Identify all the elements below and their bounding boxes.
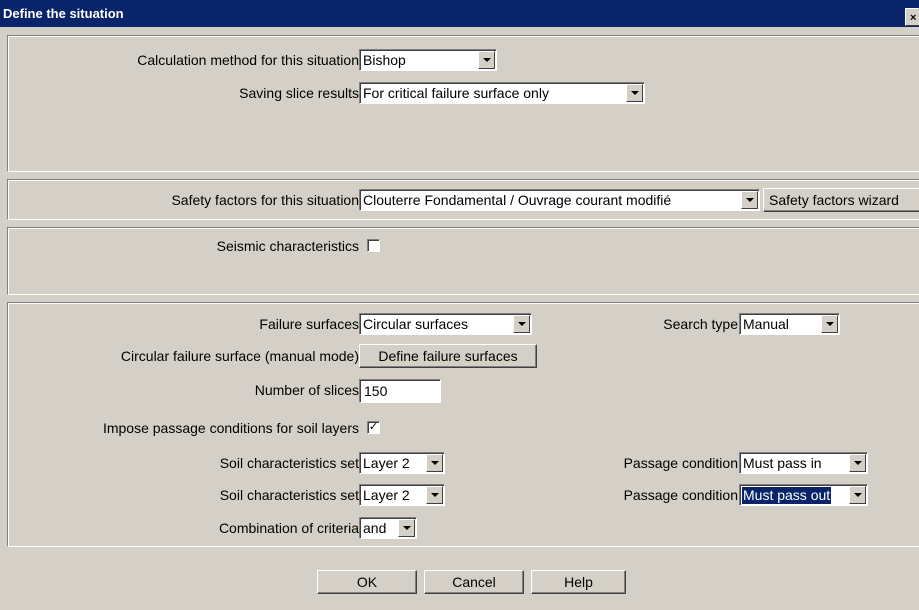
calculation-method-label: Calculation method for this situation [137,52,359,68]
passage-condition-select-2[interactable]: Must pass out [739,484,868,506]
check-icon: ✓ [368,421,379,433]
seismic-panel: Seismic characteristics [7,227,919,295]
chevron-down-icon[interactable] [821,315,838,333]
close-icon: × [910,12,917,24]
seismic-characteristics-label: Seismic characteristics [216,238,359,254]
close-button[interactable]: × [905,8,919,26]
chevron-down-icon[interactable] [398,519,415,537]
cancel-button[interactable]: Cancel [424,570,524,594]
ok-button[interactable]: OK [317,570,417,594]
combination-of-criteria-label: Combination of criteria [218,520,359,536]
safety-factors-value: Clouterre Fondamental / Ouvrage courant … [363,192,672,208]
search-type-label: Search type [663,316,738,332]
passage-condition-value-1: Must pass in [743,455,822,471]
soil-characteristics-set-value-2: Layer 2 [363,487,410,503]
number-of-slices-value: 150 [364,383,388,399]
chevron-down-icon[interactable] [478,51,495,69]
calculation-panel: Calculation method for this situation Bi… [7,35,919,172]
safety-factors-wizard-button[interactable]: Safety factors wizard [763,188,919,212]
soil-characteristics-set-label-2: Soil characteristics set [219,487,359,503]
passage-condition-label-1: Passage condition [623,455,738,471]
combination-of-criteria-select[interactable]: and [359,517,417,539]
failure-surfaces-select[interactable]: Circular surfaces [359,313,532,335]
circular-failure-surface-label: Circular failure surface (manual mode) [120,348,359,364]
failure-surfaces-label: Failure surfaces [259,316,359,332]
failure-surfaces-value: Circular surfaces [363,316,469,332]
number-of-slices-label: Number of slices [254,382,359,398]
impose-passage-conditions-label: Impose passage conditions for soil layer… [102,420,359,436]
title-bar: Define the situation × [0,0,919,27]
safety-factors-panel: Safety factors for this situation Cloute… [7,179,919,220]
soil-characteristics-set-select-2[interactable]: Layer 2 [359,484,445,506]
passage-condition-value-2: Must pass out [742,487,832,504]
soil-characteristics-set-value-1: Layer 2 [363,455,410,471]
safety-factors-label: Safety factors for this situation [171,192,359,208]
chevron-down-icon[interactable] [741,191,758,209]
seismic-checkbox[interactable] [367,239,380,252]
chevron-down-icon[interactable] [513,315,530,333]
combination-of-criteria-value: and [363,520,387,536]
saving-slice-results-select[interactable]: For critical failure surface only [359,82,645,104]
number-of-slices-input[interactable]: 150 [359,379,441,403]
chevron-down-icon[interactable] [849,454,866,472]
passage-condition-label-2: Passage condition [623,487,738,503]
saving-slice-results-value: For critical failure surface only [363,85,549,101]
define-failure-surfaces-button[interactable]: Define failure surfaces [359,344,537,368]
soil-characteristics-set-select-1[interactable]: Layer 2 [359,452,445,474]
chevron-down-icon[interactable] [626,84,643,102]
calculation-method-select[interactable]: Bishop [359,49,497,71]
chevron-down-icon[interactable] [849,486,866,504]
passage-condition-select-1[interactable]: Must pass in [739,452,868,474]
help-button[interactable]: Help [531,570,626,594]
impose-passage-conditions-checkbox[interactable]: ✓ [367,421,380,434]
search-type-select[interactable]: Manual [739,313,840,335]
chevron-down-icon[interactable] [426,454,443,472]
calculation-method-value: Bishop [363,52,406,68]
window-title: Define the situation [3,6,124,21]
safety-factors-select[interactable]: Clouterre Fondamental / Ouvrage courant … [359,189,760,211]
soil-characteristics-set-label-1: Soil characteristics set [219,455,359,471]
search-type-value: Manual [743,316,789,332]
failure-surfaces-panel: Failure surfaces Circular surfaces Searc… [7,302,919,547]
chevron-down-icon[interactable] [426,486,443,504]
saving-slice-results-label: Saving slice results [239,85,359,101]
